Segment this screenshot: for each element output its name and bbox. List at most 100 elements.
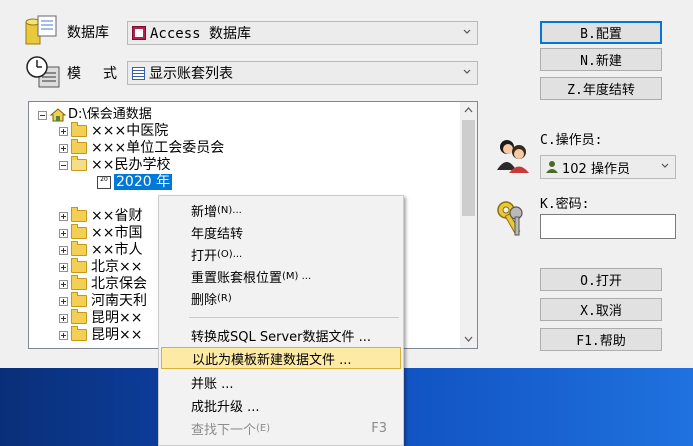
tree-item[interactable]: 河南天利: [59, 292, 147, 309]
tree-item-label: ××市人: [91, 242, 143, 258]
tree-item[interactable]: ××市人: [59, 241, 143, 258]
database-label: 数据库: [67, 25, 109, 41]
expand-icon[interactable]: [59, 296, 68, 306]
database-icon: [24, 14, 60, 46]
folder-icon: [71, 122, 87, 137]
tree-item[interactable]: 昆明××: [59, 309, 143, 326]
tree-item-label: ××市国: [91, 225, 143, 241]
expand-icon[interactable]: [59, 126, 68, 136]
password-label: K.密码:: [540, 197, 590, 212]
tree-item[interactable]: 昆明××: [59, 326, 142, 343]
expand-icon[interactable]: [59, 211, 68, 221]
expand-icon[interactable]: [59, 143, 68, 153]
scroll-down-icon[interactable]: [464, 336, 473, 342]
menu-item-label: 成批升级 ...: [191, 399, 260, 415]
operator-select-value: 102 操作员: [562, 161, 630, 177]
home-icon: [49, 108, 67, 122]
tree-root[interactable]: D:\保会通数据: [38, 107, 152, 123]
expand-icon[interactable]: [59, 330, 68, 340]
menu-item-merge[interactable]: 并账 ...: [161, 371, 401, 393]
expand-icon[interactable]: [59, 313, 68, 323]
menu-item-find-next[interactable]: 查找下一个 (E) F3: [161, 417, 401, 439]
folder-icon: [71, 258, 87, 273]
mode-select-value: 显示账套列表: [149, 66, 233, 82]
operators-icon: [494, 136, 532, 174]
open-button[interactable]: O.打开: [540, 268, 662, 291]
context-menu: 新增 (N)... 年度结转 打开 (O)... 重置账套根位置 (M) ... 删除…: [158, 195, 404, 446]
tree-item-label: 河南天利: [91, 293, 147, 309]
tree-item-label: ×××中医院: [91, 123, 169, 139]
calendar-icon: 20: [97, 175, 111, 189]
clock-icon: [25, 55, 61, 89]
menu-item-label: 删除: [191, 292, 218, 308]
collapse-icon[interactable]: [38, 110, 47, 120]
mode-label-1: 模: [67, 66, 81, 82]
folder-icon: [71, 224, 87, 239]
config-button[interactable]: B.配置: [540, 21, 662, 44]
tree-item[interactable]: ××省财: [59, 207, 142, 224]
expand-icon[interactable]: [59, 228, 68, 238]
tree-item-label: 北京保会: [91, 276, 147, 292]
menu-item-open[interactable]: 打开 (O)...: [161, 243, 401, 265]
password-input[interactable]: [540, 214, 676, 239]
menu-item-label: 并账 ...: [191, 376, 234, 392]
menu-item-shortcut: F3: [371, 420, 387, 436]
tree-item-label: 2020 年: [114, 174, 173, 190]
menu-item-accelerator: (M) ...: [282, 270, 312, 282]
expand-icon[interactable]: [59, 245, 68, 255]
folder-icon: [71, 326, 87, 341]
cancel-button[interactable]: X.取消: [540, 298, 662, 321]
list-icon: [132, 66, 145, 80]
menu-item-accelerator: (R): [217, 292, 232, 304]
keys-icon: [494, 199, 532, 239]
menu-item-convert-sql[interactable]: 转换成SQL Server数据文件 ...: [161, 324, 401, 346]
menu-item-reset-root[interactable]: 重置账套根位置 (M) ...: [161, 265, 401, 287]
tree-item[interactable]: ××民办学校: [59, 156, 170, 173]
tree-item-selected[interactable]: 20 2020 年: [97, 174, 173, 190]
open-folder-icon: [71, 156, 87, 171]
new-button[interactable]: N.新建: [540, 48, 662, 71]
folder-icon: [71, 275, 87, 290]
menu-item-batch-upgrade[interactable]: 成批升级 ...: [161, 394, 401, 416]
chevron-down-icon: [463, 69, 471, 74]
scrollbar-thumb[interactable]: [462, 120, 475, 216]
menu-item-new[interactable]: 新增 (N)...: [161, 199, 401, 221]
help-button[interactable]: F1.帮助: [540, 328, 662, 351]
tree-item[interactable]: 北京保会: [59, 275, 147, 292]
tree-item[interactable]: 北京××: [59, 258, 143, 275]
tree-vertical-scrollbar[interactable]: [460, 102, 477, 348]
tree-item[interactable]: ×××中医院: [59, 122, 169, 139]
folder-icon: [71, 207, 87, 222]
menu-item-label: 年度结转: [191, 226, 244, 242]
tree-item-label: 北京××: [91, 259, 143, 275]
collapse-icon[interactable]: [59, 160, 68, 170]
menu-separator: [189, 317, 399, 318]
scroll-up-icon[interactable]: [464, 107, 473, 113]
database-select[interactable]: Access 数据库: [127, 21, 478, 45]
menu-item-label: 以此为模板新建数据文件 ...: [192, 352, 352, 368]
folder-icon: [71, 309, 87, 324]
access-icon: [132, 26, 146, 40]
menu-item-accelerator: (N)...: [217, 204, 242, 216]
menu-item-new-from-template[interactable]: 以此为模板新建数据文件 ...: [161, 347, 401, 369]
operator-select[interactable]: 102 操作员: [540, 155, 676, 179]
chevron-down-icon: [463, 29, 471, 34]
mode-label-2: 式: [103, 66, 117, 82]
mode-select[interactable]: 显示账套列表: [127, 61, 478, 85]
user-icon: [544, 160, 560, 174]
menu-item-label: 新增: [191, 204, 218, 220]
tree-item-label: ×××单位工会委员会: [91, 140, 225, 156]
chevron-down-icon: [661, 163, 669, 168]
tree-item[interactable]: ×××单位工会委员会: [59, 139, 225, 156]
year-transfer-button[interactable]: Z.年度结转: [540, 77, 662, 100]
menu-item-year-transfer[interactable]: 年度结转: [161, 221, 401, 243]
database-select-value: Access 数据库: [150, 26, 252, 42]
expand-icon[interactable]: [59, 279, 68, 289]
expand-icon[interactable]: [59, 262, 68, 272]
menu-item-delete[interactable]: 删除 (R): [161, 287, 401, 309]
tree-item-label: 昆明××: [91, 310, 143, 326]
tree-root-label: D:\保会通数据: [68, 107, 152, 122]
menu-item-label: 打开: [191, 248, 218, 264]
menu-item-label: 查找下一个: [191, 422, 257, 438]
tree-item[interactable]: ××市国: [59, 224, 143, 241]
